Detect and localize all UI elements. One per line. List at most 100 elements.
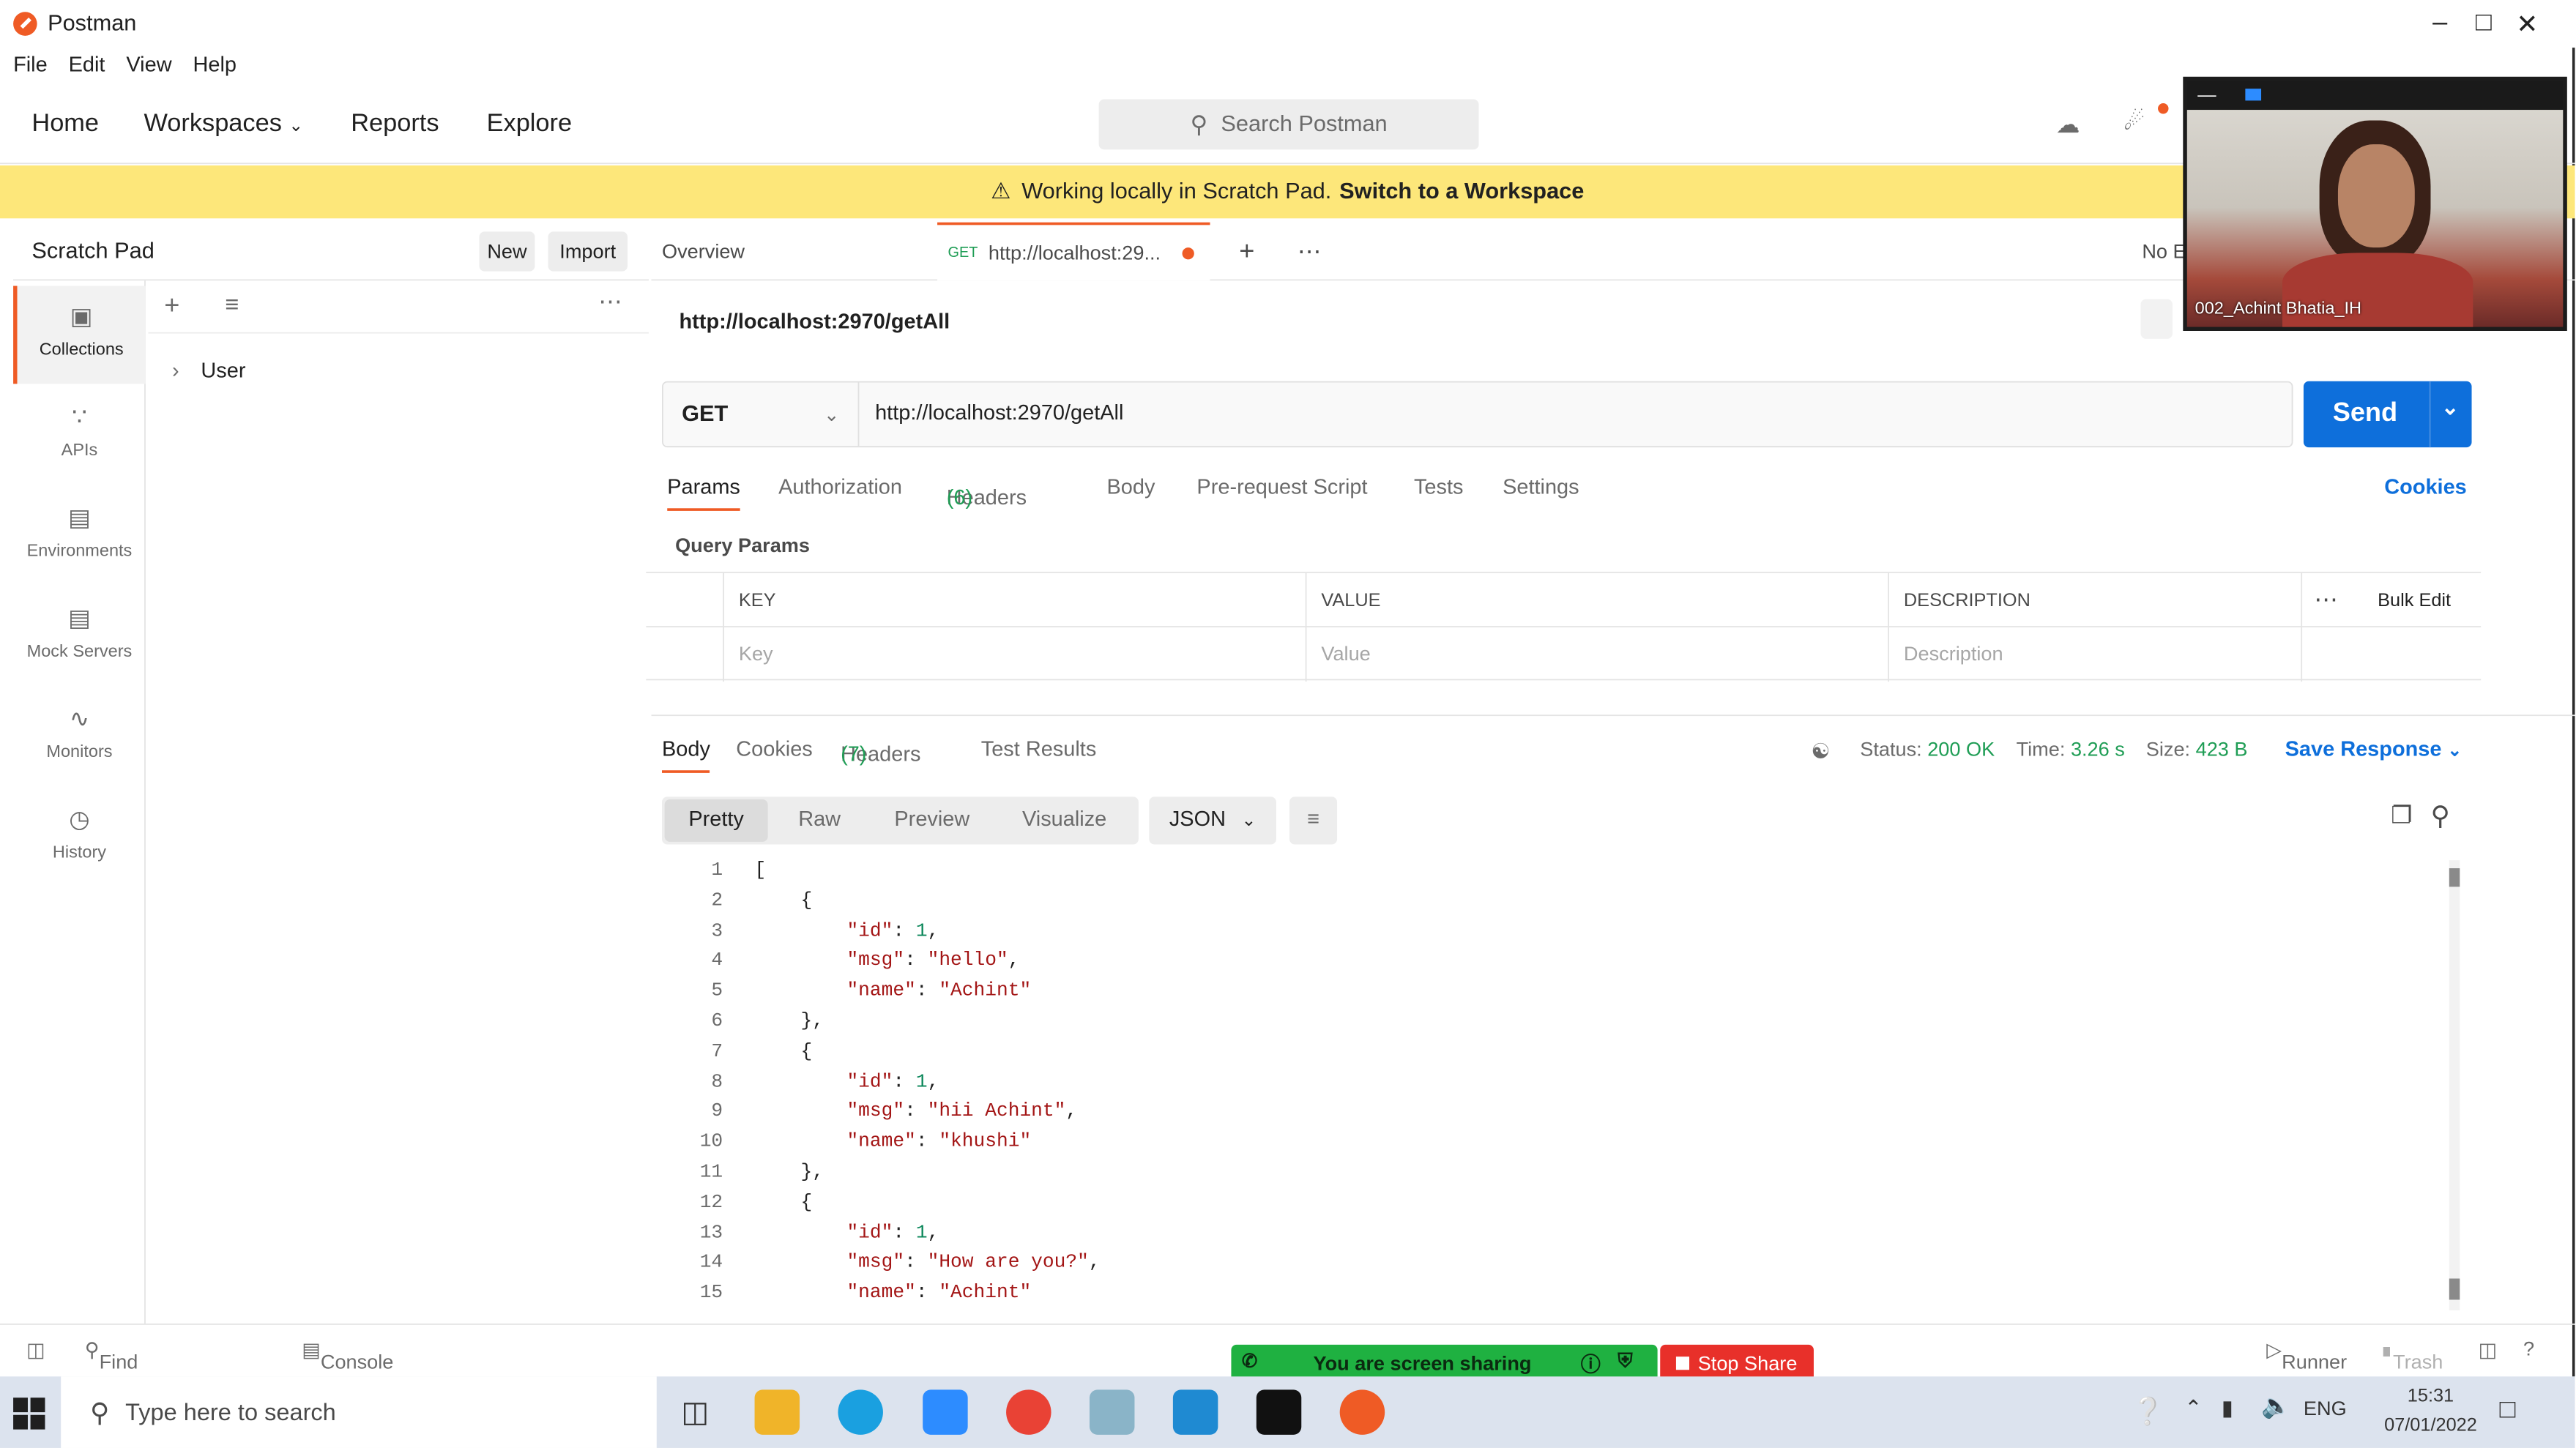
help-tray-icon[interactable]: ❔ <box>2132 1395 2164 1428</box>
key-input[interactable]: Key <box>739 629 773 679</box>
rail-history[interactable]: ◷ History <box>13 789 146 887</box>
new-button[interactable]: New <box>479 231 535 272</box>
save-response-button[interactable]: Save Response ⌄ <box>2285 739 2463 763</box>
method-select[interactable]: GET ⌄ <box>663 382 860 447</box>
view-raw[interactable]: Raw <box>770 796 868 844</box>
tab-settings[interactable]: Settings <box>1503 477 1579 501</box>
nav-home[interactable]: Home <box>31 109 99 138</box>
scrollbar-thumb[interactable] <box>2449 1278 2460 1300</box>
chrome-icon[interactable] <box>1006 1389 1051 1435</box>
app-icon[interactable] <box>1089 1389 1135 1435</box>
response-body[interactable]: 1 [2 {3 "id": 1, 4 "msg": "hello", 5 "name"… <box>662 860 2479 1321</box>
menu-edit[interactable]: Edit <box>69 54 105 78</box>
sidebar-toggle-icon[interactable]: ◫ <box>26 1338 45 1362</box>
rail-collections[interactable]: ▣ Collections <box>13 286 146 384</box>
value-input[interactable]: Value <box>1321 629 1370 679</box>
view-icon[interactable] <box>2245 89 2262 101</box>
tab-response-cookies[interactable]: Cookies <box>736 739 813 763</box>
close-button[interactable]: ✕ <box>2510 8 2545 40</box>
tab-overview[interactable]: Overview <box>662 223 745 281</box>
postman-taskbar-icon[interactable] <box>1339 1389 1385 1435</box>
tab-pre-request-script[interactable]: Pre-request Script <box>1196 477 1367 501</box>
view-visualize[interactable]: Visualize <box>996 796 1133 844</box>
menu-file[interactable]: File <box>13 54 48 78</box>
find-replace-button[interactable]: ⚲ Find and Replace <box>85 1338 172 1419</box>
menu-help[interactable]: Help <box>193 54 237 78</box>
environment-selector[interactable]: No E <box>2142 223 2186 281</box>
globe-icon[interactable]: ☯ <box>1811 739 1830 765</box>
language-indicator[interactable]: ENG <box>2304 1397 2347 1420</box>
minimize-icon[interactable]: — <box>2197 83 2216 105</box>
taskbar: ⚲ Type here to search ◫ ❔ ⌃ ▮ 🔈 ENG 15:3… <box>0 1376 2575 1448</box>
cloud-sync-icon[interactable]: ☁ <box>2048 111 2088 138</box>
zoom-icon[interactable] <box>923 1389 968 1435</box>
scrollbar[interactable] <box>2449 860 2460 1310</box>
satellite-icon[interactable]: ☄ <box>2123 108 2158 140</box>
filter-icon[interactable]: ≡ <box>225 291 239 319</box>
chevron-up-icon[interactable]: ⌃ <box>2184 1395 2202 1422</box>
view-preview[interactable]: Preview <box>871 796 993 844</box>
runner-button[interactable]: ▷ Runner <box>2266 1338 2347 1374</box>
console-button[interactable]: ▤ Console <box>302 1338 393 1374</box>
windows-start-icon[interactable] <box>13 1397 45 1430</box>
start-pane <box>13 1414 28 1430</box>
format-select[interactable]: JSON ⌄ <box>1149 796 1276 845</box>
import-button[interactable]: Import <box>548 231 628 272</box>
task-view-icon[interactable]: ◫ <box>672 1389 717 1434</box>
rail-environments[interactable]: ▤ Environments <box>13 487 146 585</box>
menu-view[interactable]: View <box>126 54 171 78</box>
new-tab-icon[interactable]: + <box>1239 223 1254 281</box>
tab-authorization[interactable]: Authorization <box>778 477 902 501</box>
edge-icon[interactable] <box>838 1389 883 1435</box>
info-icon[interactable]: ⓘ <box>1581 1350 1601 1378</box>
tab-params[interactable]: Params <box>667 477 740 511</box>
rail-mock-servers[interactable]: ▤ Mock Servers <box>13 588 146 686</box>
rail-apis[interactable]: ∵ APIs <box>13 387 146 485</box>
taskbar-search[interactable]: ⚲ Type here to search <box>61 1376 657 1448</box>
save-icon[interactable] <box>2140 299 2173 339</box>
help-icon[interactable]: ? <box>2523 1338 2534 1361</box>
cookies-link[interactable]: Cookies <box>2384 477 2467 501</box>
taskbar-search-placeholder: Type here to search <box>125 1398 336 1425</box>
clock[interactable]: 15:31 07/01/2022 <box>2380 1384 2481 1435</box>
minimize-button[interactable]: – <box>2423 8 2457 40</box>
tab-response-body[interactable]: Body <box>662 739 710 773</box>
trash-button[interactable]: ∎ Trash <box>2380 1338 2443 1374</box>
more-icon[interactable]: ⋯ <box>2314 573 2338 626</box>
description-input[interactable]: Description <box>1904 629 2003 679</box>
tab-tests[interactable]: Tests <box>1414 477 1464 501</box>
add-icon[interactable]: + <box>164 291 179 322</box>
rail-monitors[interactable]: ∿ Monitors <box>13 688 146 786</box>
code-line: "msg": "hello", <box>846 950 1020 972</box>
scrollbar-thumb[interactable] <box>2449 868 2460 887</box>
battery-icon[interactable]: ▮ <box>2222 1395 2233 1422</box>
notifications-icon[interactable]: □ <box>2500 1395 2516 1426</box>
tree-item-user[interactable]: › User <box>172 360 245 384</box>
file-explorer-icon[interactable] <box>754 1389 800 1435</box>
send-button[interactable]: Send ⌄ <box>2303 381 2472 448</box>
switch-workspace-link[interactable]: Switch to a Workspace <box>1339 179 1584 205</box>
tab-test-results[interactable]: Test Results <box>981 739 1097 763</box>
layout-icon[interactable]: ◫ <box>2479 1338 2498 1362</box>
bulk-edit-button[interactable]: Bulk Edit <box>2378 573 2451 626</box>
nav-explore[interactable]: Explore <box>487 109 572 138</box>
url-input[interactable]: http://localhost:2970/getAll <box>875 383 1123 447</box>
nav-workspaces[interactable]: Workspaces ⌄ <box>144 109 304 138</box>
tab-request[interactable]: GET http://localhost:29... <box>937 222 1210 281</box>
tab-more-icon[interactable]: ⋯ <box>1298 223 1322 281</box>
tab-body[interactable]: Body <box>1106 477 1155 501</box>
more-icon[interactable]: ⋯ <box>598 288 622 316</box>
volume-icon[interactable]: 🔈 <box>2261 1392 2291 1420</box>
chevron-down-icon[interactable]: ⌄ <box>2441 395 2459 421</box>
vscode-icon[interactable] <box>1172 1389 1218 1435</box>
search-input[interactable]: ⚲ Search Postman <box>1098 99 1479 150</box>
copy-icon[interactable]: ❐ <box>2391 802 2412 830</box>
wrap-lines-icon[interactable]: ≡ <box>1289 796 1338 845</box>
search-icon[interactable]: ⚲ <box>2430 799 2449 832</box>
terminal-icon[interactable] <box>1256 1389 1302 1435</box>
code-line: "name": "khushi" <box>846 1132 1032 1154</box>
nav-reports[interactable]: Reports <box>351 109 439 138</box>
maximize-button[interactable]: □ <box>2466 8 2501 40</box>
webcam-video[interactable]: — 002_Achint Bhatia_IH <box>2183 76 2567 331</box>
view-pretty[interactable]: Pretty <box>664 799 768 842</box>
